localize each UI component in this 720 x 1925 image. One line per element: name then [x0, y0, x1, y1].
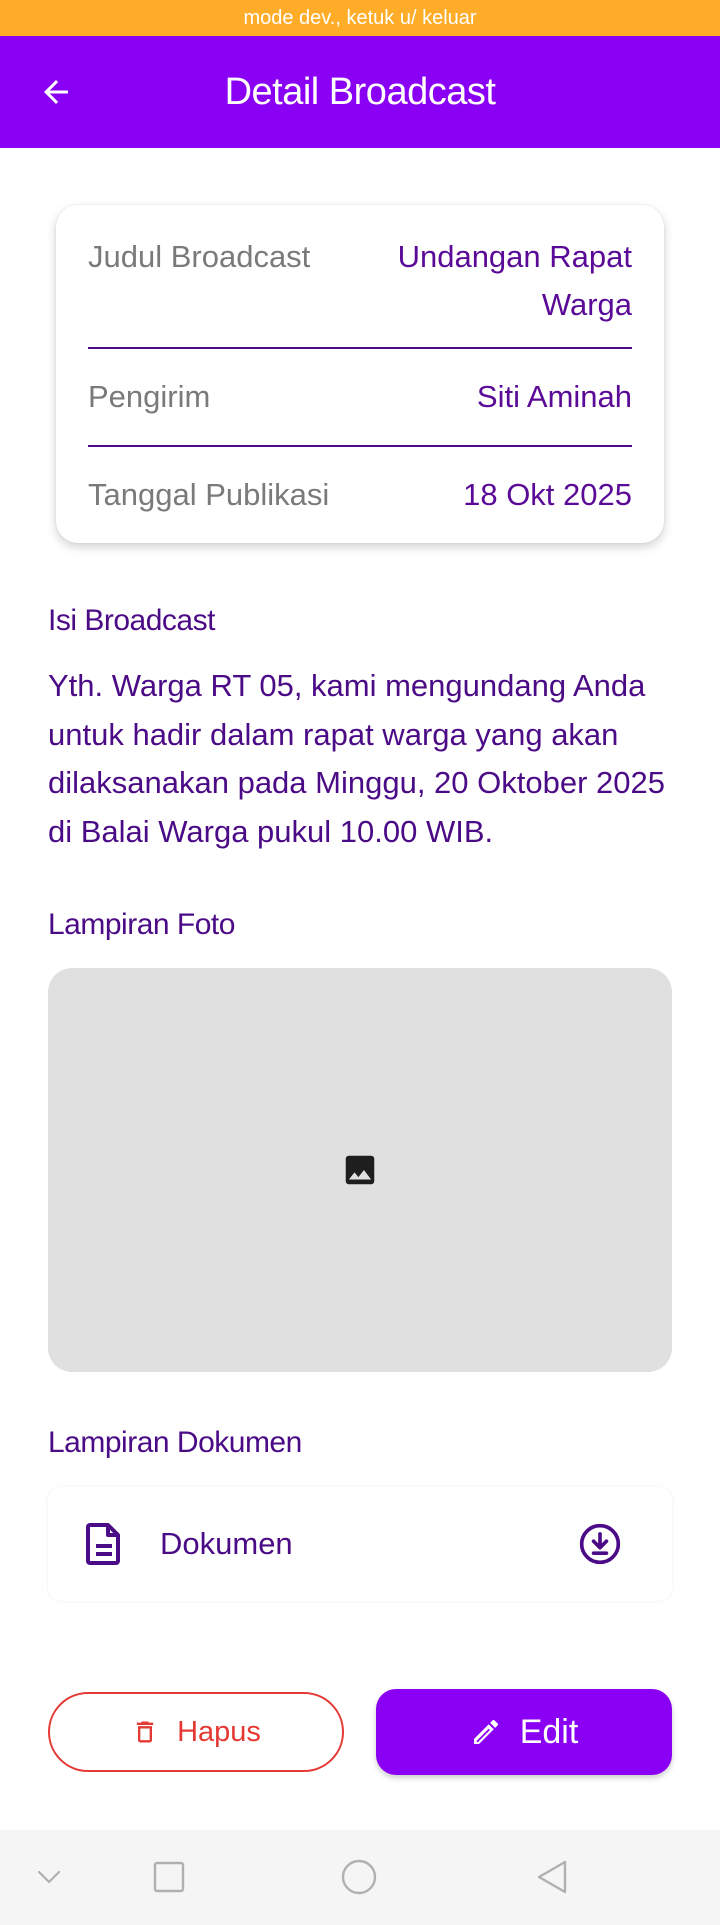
pencil-icon: [473, 1719, 498, 1744]
recents-icon[interactable]: [152, 1857, 188, 1897]
home-icon[interactable]: [339, 1857, 379, 1897]
content-line: untuk hadir dalam rapat warga yang akan: [48, 716, 619, 752]
info-row-sender: Pengirim Siti Aminah: [88, 373, 632, 421]
content-line: dilaksanakan pada Minggu, 20 Oktober 202…: [48, 765, 665, 800]
dev-mode-text: mode dev., ketuk u/ keluar: [243, 6, 477, 29]
page-title: Detail Broadcast: [224, 70, 496, 113]
title-value-line1: Undangan Rapat: [397, 239, 632, 274]
download-icon[interactable]: [578, 1522, 622, 1566]
date-label: Tanggal Publikasi: [88, 477, 330, 512]
divider: [88, 445, 632, 447]
delete-label: Hapus: [177, 1715, 261, 1748]
date-value: 18 Okt 2025: [463, 477, 632, 512]
content-line: Yth. Warga RT 05, kami mengundang Anda: [48, 668, 646, 703]
info-row-date: Tanggal Publikasi 18 Okt 2025: [88, 471, 632, 519]
sender-value: Siti Aminah: [476, 379, 632, 414]
document-icon: [86, 1523, 120, 1565]
trash-icon: [136, 1721, 154, 1743]
photo-heading: Lampiran Foto: [48, 908, 235, 941]
title-value-line2: Warga: [541, 287, 632, 322]
document-heading: Lampiran Dokumen: [48, 1426, 302, 1459]
delete-button[interactable]: Hapus: [48, 1692, 344, 1772]
sender-label: Pengirim: [88, 379, 211, 414]
content-line: di Balai Warga pukul 10.00 WIB.: [48, 813, 494, 849]
photo-attachment[interactable]: [48, 968, 672, 1372]
dev-mode-banner[interactable]: mode dev., ketuk u/ keluar: [0, 0, 720, 36]
edit-label: Edit: [519, 1712, 579, 1751]
image-icon: [345, 1155, 375, 1185]
edit-button[interactable]: Edit: [376, 1689, 672, 1775]
info-row-title: Judul Broadcast Undangan Rapat Warga: [88, 229, 632, 325]
title-label: Judul Broadcast: [88, 239, 311, 274]
back-icon[interactable]: [534, 1857, 570, 1897]
broadcast-info-card: Judul Broadcast Undangan Rapat Warga Pen…: [56, 205, 664, 543]
document-attachment[interactable]: Dokumen: [48, 1487, 672, 1601]
document-label: Dokumen: [160, 1526, 293, 1561]
system-navigation-bar: [0, 1830, 720, 1925]
content-heading: Isi Broadcast: [48, 604, 215, 637]
broadcast-content: Yth. Warga RT 05, kami mengundang Anda u…: [48, 662, 688, 856]
chevron-down-icon[interactable]: [34, 1857, 64, 1897]
app-bar: Detail Broadcast: [0, 36, 720, 148]
divider: [88, 347, 632, 349]
